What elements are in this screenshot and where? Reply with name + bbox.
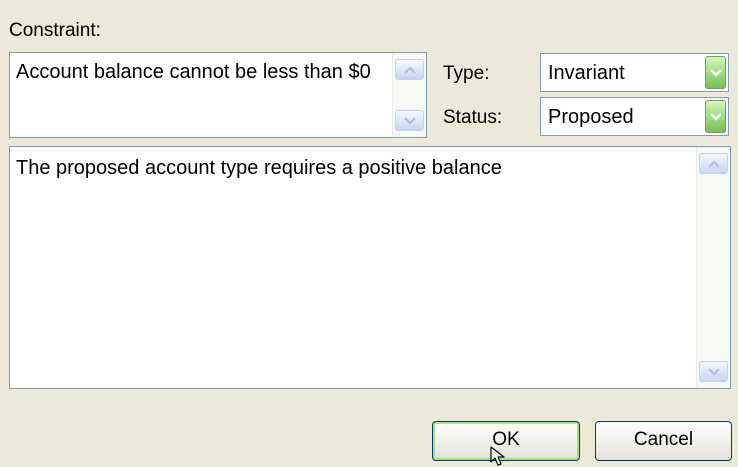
constraint-textbox[interactable]: Account balance cannot be less than $0 xyxy=(9,52,427,138)
scroll-up-arrow-icon[interactable] xyxy=(395,59,424,80)
chevron-down-icon[interactable] xyxy=(705,56,726,89)
status-value: Proposed xyxy=(548,106,634,128)
constraint-label: Constraint: xyxy=(9,20,101,41)
status-dropdown[interactable]: Proposed xyxy=(540,97,729,136)
constraint-text: Account balance cannot be less than $0 xyxy=(16,61,371,83)
notes-scrollbar[interactable] xyxy=(696,147,730,388)
mouse-cursor-icon xyxy=(490,446,505,466)
type-value: Invariant xyxy=(548,62,625,84)
scroll-down-arrow-icon[interactable] xyxy=(699,361,728,382)
scroll-down-arrow-icon[interactable] xyxy=(395,110,424,131)
constraint-dialog: { "constraint": { "label": "Constraint:"… xyxy=(0,0,738,467)
status-label: Status: xyxy=(443,107,503,128)
notes-textarea[interactable]: The proposed account type requires a pos… xyxy=(9,146,731,389)
cancel-button[interactable]: Cancel xyxy=(595,421,732,461)
notes-text: The proposed account type requires a pos… xyxy=(16,157,502,179)
scroll-up-arrow-icon[interactable] xyxy=(699,153,728,174)
type-dropdown[interactable]: Invariant xyxy=(540,53,729,92)
chevron-down-icon[interactable] xyxy=(705,100,726,133)
constraint-scrollbar[interactable] xyxy=(392,53,426,137)
type-label: Type: xyxy=(443,63,490,84)
